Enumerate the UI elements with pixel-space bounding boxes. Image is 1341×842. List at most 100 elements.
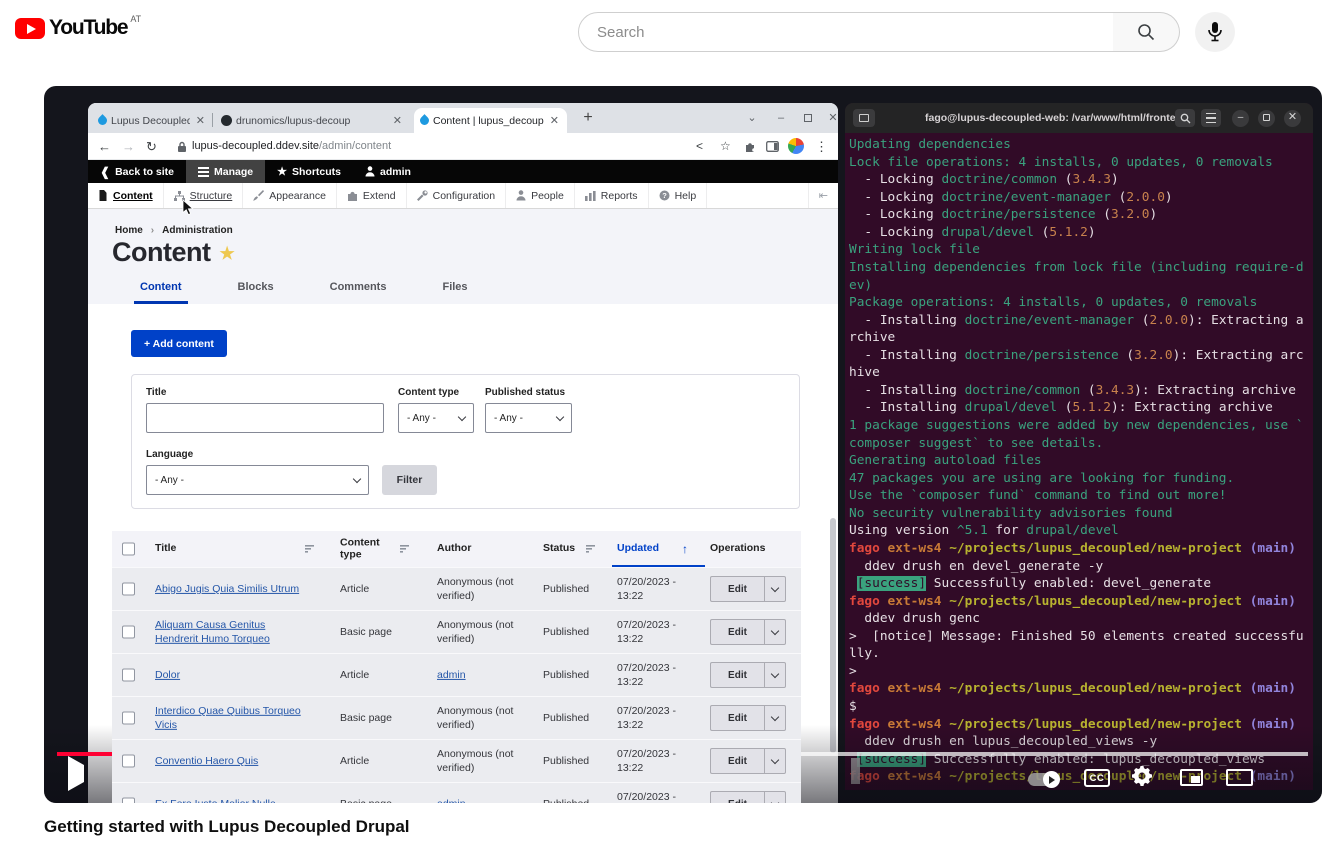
browser-tab[interactable]: drunomics/lupus-decoup ✕ [215, 108, 410, 133]
window-close-button[interactable]: ✕ [824, 109, 842, 127]
play-button[interactable] [68, 765, 84, 783]
tab-files[interactable]: Files [436, 277, 473, 304]
column-header-author[interactable]: Author [437, 543, 471, 555]
tab-close-icon[interactable]: ✕ [548, 114, 561, 127]
tab-comments[interactable]: Comments [324, 277, 393, 304]
browser-scrollbar[interactable] [830, 518, 836, 753]
author-link[interactable]: admin [437, 668, 531, 682]
youtube-logo[interactable]: YouTube AT [15, 16, 141, 40]
sort-ascending-arrow-icon[interactable]: ↑ [682, 542, 688, 556]
edit-button[interactable]: Edit [710, 619, 764, 645]
title-filter-input[interactable] [146, 403, 384, 433]
content-title-link[interactable]: Ex Fere Iusto Molior Nulla [155, 797, 307, 803]
edit-button[interactable]: Edit [710, 576, 764, 602]
row-select-checkbox[interactable] [122, 583, 135, 596]
terminal-close-button[interactable]: ✕ [1284, 110, 1301, 127]
published-status-select[interactable]: - Any - [485, 403, 572, 433]
content-title-link[interactable]: Interdico Quae Quibus Torqueo Vicis [155, 704, 307, 732]
column-header-content-type[interactable]: Content type [340, 537, 396, 560]
settings-button[interactable] [1132, 766, 1152, 791]
menu-item-people[interactable]: People [506, 183, 575, 208]
toolbar-pin-icon[interactable]: ⇤ [808, 183, 838, 208]
content-title-link[interactable]: Conventio Haero Quis [155, 754, 307, 768]
bookmark-star-icon[interactable]: ☆ [720, 133, 731, 160]
menu-item-structure[interactable]: Structure [164, 183, 244, 208]
select-all-checkbox[interactable] [122, 543, 135, 556]
menu-item-help[interactable]: ? Help [649, 183, 708, 208]
theater-mode-button[interactable] [1226, 769, 1253, 786]
terminal-menu-button[interactable] [1201, 109, 1221, 127]
column-header-status[interactable]: Status [543, 543, 575, 555]
kebab-menu-icon[interactable]: ⋮ [815, 133, 828, 160]
tab-content[interactable]: Content [134, 277, 188, 304]
browser-tab-active[interactable]: Content | lupus_decouple ✕ [414, 108, 567, 133]
content-title-link[interactable]: Dolor [155, 668, 307, 682]
video-player[interactable]: Lupus Decoupled Drupal ✕ drunomics/lupus… [44, 86, 1322, 803]
tab-close-icon[interactable]: ✕ [391, 114, 404, 127]
row-select-checkbox[interactable] [122, 798, 135, 804]
side-panel-icon[interactable] [766, 141, 779, 152]
row-select-checkbox[interactable] [122, 626, 135, 639]
menu-item-configuration[interactable]: Configuration [407, 183, 506, 208]
author-link[interactable]: admin [437, 797, 531, 803]
admin-user-button[interactable]: admin [353, 160, 423, 183]
shortcuts-button[interactable]: ★ Shortcuts [265, 160, 353, 183]
filter-button[interactable]: Filter [382, 465, 437, 495]
forward-icon[interactable]: → [122, 133, 135, 160]
breadcrumb-administration[interactable]: Administration [162, 225, 233, 236]
mic-button[interactable] [1195, 12, 1235, 52]
edit-dropdown-toggle[interactable] [764, 576, 786, 602]
url-text[interactable]: lupus-decoupled.ddev.site/admin/content [192, 133, 391, 160]
search-button[interactable] [1113, 12, 1180, 52]
menu-item-content[interactable]: Content [88, 183, 164, 208]
edit-button[interactable]: Edit [710, 748, 764, 774]
sort-icon[interactable] [305, 545, 315, 553]
profile-avatar[interactable] [788, 138, 804, 154]
edit-dropdown-toggle[interactable] [764, 619, 786, 645]
back-icon[interactable]: ← [98, 133, 111, 160]
extensions-puzzle-icon[interactable] [744, 141, 756, 153]
edit-dropdown-toggle[interactable] [764, 748, 786, 774]
edit-button[interactable]: Edit [710, 705, 764, 731]
content-type-select[interactable]: - Any - [398, 403, 474, 433]
search-input[interactable] [578, 12, 1114, 52]
window-maximize-button[interactable] [804, 114, 812, 122]
autoplay-toggle[interactable] [1028, 773, 1058, 786]
back-to-site-button[interactable]: ❰ Back to site [88, 160, 186, 183]
edit-dropdown-toggle[interactable] [764, 705, 786, 731]
add-content-button[interactable]: + Add content [131, 330, 227, 357]
edit-button[interactable]: Edit [710, 662, 764, 688]
new-tab-button[interactable]: + [577, 107, 599, 129]
captions-button[interactable]: CC [1084, 769, 1110, 787]
edit-button[interactable]: Edit [710, 791, 764, 803]
edit-dropdown-toggle[interactable] [764, 662, 786, 688]
tab-close-icon[interactable]: ✕ [194, 114, 207, 127]
tab-blocks[interactable]: Blocks [232, 277, 280, 304]
content-title-link[interactable]: Aliquam Causa Genitus Hendrerit Humo Tor… [155, 618, 307, 646]
terminal-maximize-button[interactable] [1258, 110, 1275, 127]
window-minimize-button[interactable]: – [772, 109, 790, 127]
miniplayer-button[interactable] [1180, 769, 1203, 786]
sort-icon[interactable] [400, 545, 410, 553]
edit-dropdown-toggle[interactable] [764, 791, 786, 803]
terminal-search-button[interactable] [1175, 109, 1195, 127]
breadcrumb-home[interactable]: Home [115, 225, 143, 236]
row-select-checkbox[interactable] [122, 712, 135, 725]
fullscreen-button[interactable] [1274, 767, 1294, 787]
column-header-title[interactable]: Title [155, 543, 176, 555]
language-select[interactable]: - Any - [146, 465, 369, 495]
row-select-checkbox[interactable] [122, 755, 135, 768]
browser-tab[interactable]: Lupus Decoupled Drupal ✕ [92, 108, 213, 133]
reload-icon[interactable]: ↻ [146, 133, 157, 160]
sort-icon[interactable] [586, 545, 596, 553]
terminal-new-tab-button[interactable] [853, 109, 875, 127]
menu-item-appearance[interactable]: Appearance [243, 183, 337, 208]
share-icon[interactable]: < [696, 133, 703, 160]
favorite-star-icon[interactable]: ★ [219, 244, 234, 263]
menu-item-extend[interactable]: Extend [337, 183, 407, 208]
row-select-checkbox[interactable] [122, 669, 135, 682]
column-header-updated[interactable]: Updated [617, 543, 659, 555]
menu-item-reports[interactable]: Reports [575, 183, 649, 208]
content-title-link[interactable]: Abigo Jugis Quia Similis Utrum [155, 582, 307, 596]
terminal-minimize-button[interactable]: – [1232, 110, 1249, 127]
